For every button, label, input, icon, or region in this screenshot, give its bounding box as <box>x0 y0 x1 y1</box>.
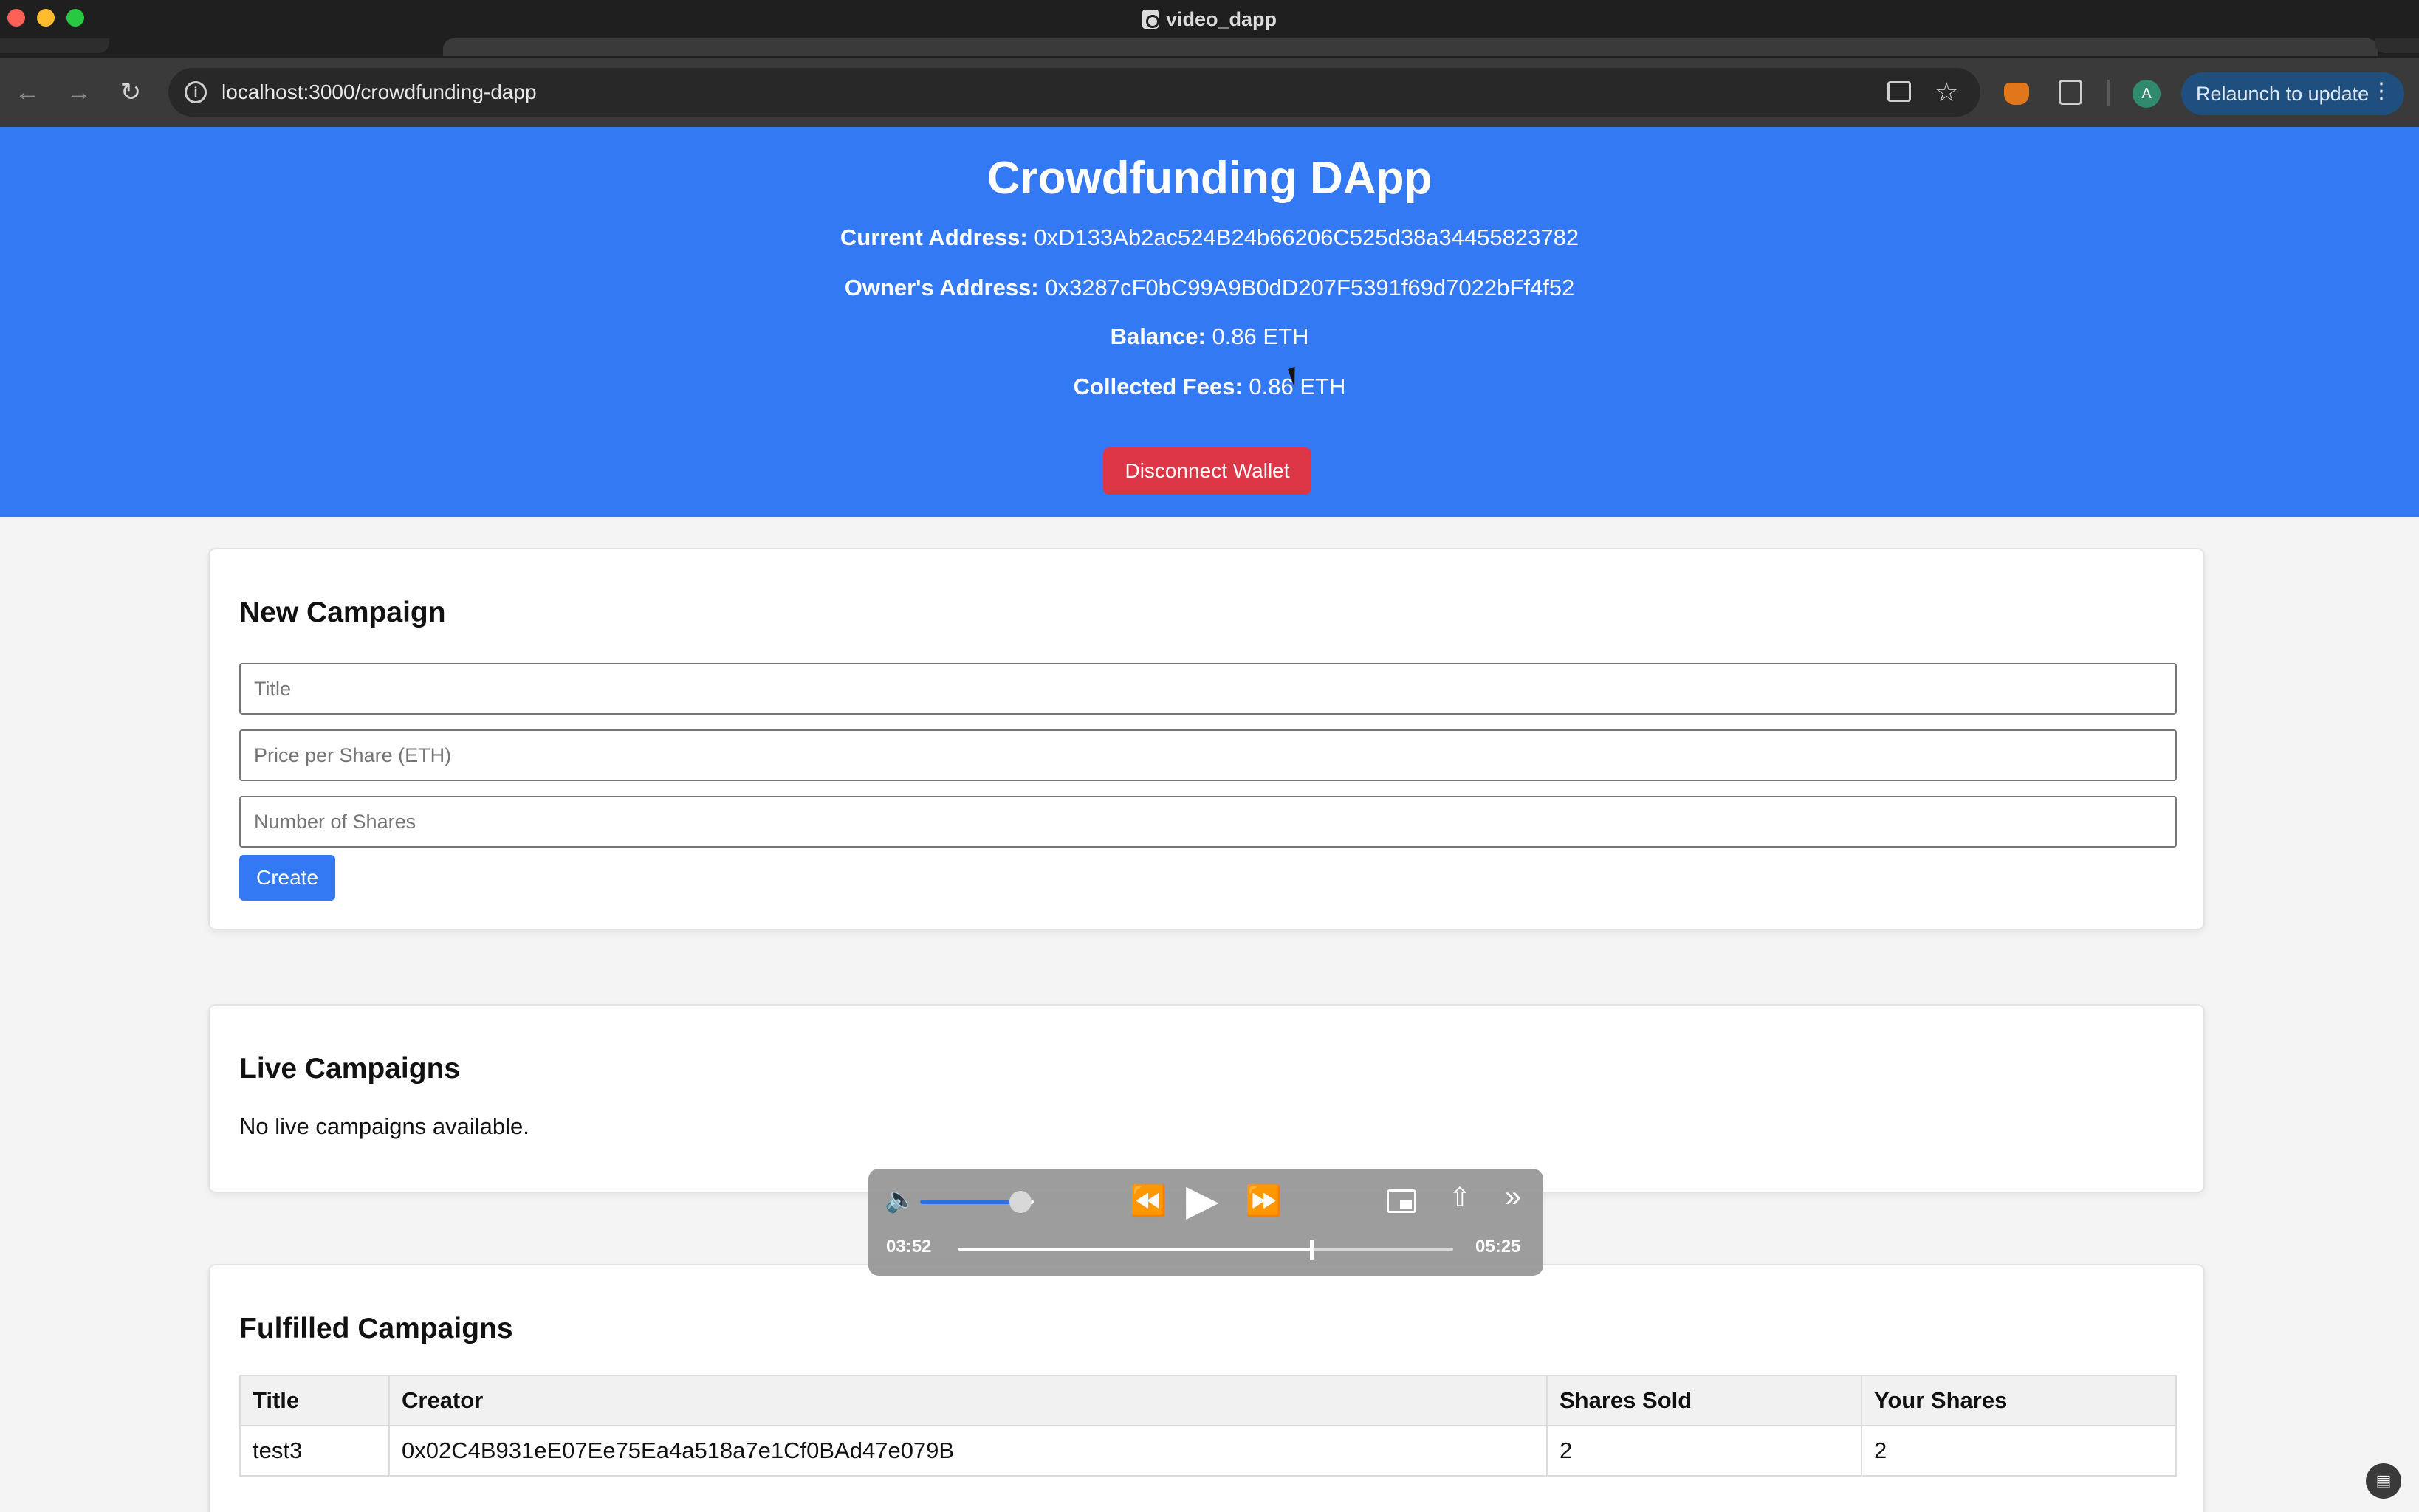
video-player-controls: 🔈 ⏪ ▶ ⏩ ⇧ » 03:52 05:25 <box>868 1169 1543 1276</box>
url-text[interactable]: localhost:3000/crowdfunding-dapp <box>222 68 537 117</box>
site-info-icon[interactable]: i <box>185 81 207 103</box>
page-title: Crowdfunding DApp <box>987 153 1432 204</box>
fast-forward-icon[interactable]: ⏩ <box>1245 1183 1282 1219</box>
metamask-extension-icon[interactable] <box>2004 83 2029 105</box>
page-content: Crowdfunding DApp Current Address: 0xD13… <box>0 127 2419 1512</box>
owner-address-label: Owner's Address: <box>844 275 1039 300</box>
fulfilled-campaigns-card: Fulfilled Campaigns Title Creator Shares… <box>208 1264 2205 1512</box>
collected-fees-label: Collected Fees: <box>1073 374 1243 399</box>
fulfilled-campaigns-table: Title Creator Shares Sold Your Shares te… <box>239 1375 2177 1477</box>
toolbar-divider <box>2107 80 2110 106</box>
seek-bar[interactable] <box>958 1248 1453 1251</box>
number-of-shares-input[interactable] <box>239 796 2177 848</box>
elapsed-time: 03:52 <box>886 1237 932 1257</box>
create-campaign-button[interactable]: Create <box>239 855 335 901</box>
install-app-icon[interactable] <box>1887 81 1911 102</box>
column-header-shares-sold: Shares Sold <box>1546 1375 1862 1426</box>
window-title-text: video_dapp <box>1165 7 1277 30</box>
fulfilled-campaigns-heading: Fulfilled Campaigns <box>239 1313 513 1344</box>
volume-icon[interactable]: 🔈 <box>885 1185 916 1214</box>
cell-shares-sold: 2 <box>1546 1425 1862 1477</box>
picture-in-picture-icon[interactable] <box>1387 1189 1416 1213</box>
owner-address-value: 0x3287cF0bC99A9B0dD207F5391f69d7022bFf4f… <box>1045 275 1575 300</box>
column-header-creator: Creator <box>388 1375 1548 1426</box>
collected-fees-line: Collected Fees: 0.86 ETH <box>0 372 2419 402</box>
relaunch-label: Relaunch to update <box>2196 82 2370 105</box>
disconnect-wallet-button[interactable]: Disconnect Wallet <box>1103 447 1311 495</box>
browser-toolbar: ← → ↻ i localhost:3000/crowdfunding-dapp… <box>0 58 2419 127</box>
volume-knob[interactable] <box>1009 1191 1032 1213</box>
column-header-your-shares: Your Shares <box>1861 1375 2177 1426</box>
live-campaigns-empty-message: No live campaigns available. <box>239 1113 529 1139</box>
campaign-title-input[interactable] <box>239 663 2177 715</box>
tab-right-edge[interactable] <box>2375 38 2419 53</box>
tab-left[interactable] <box>0 38 109 53</box>
cell-title: test3 <box>239 1425 390 1477</box>
price-per-share-input[interactable] <box>239 729 2177 781</box>
reload-icon[interactable]: ↻ <box>114 75 148 109</box>
extensions-puzzle-icon[interactable] <box>2059 80 2082 105</box>
forward-icon[interactable]: → <box>62 75 96 109</box>
current-address-value: 0xD133Ab2ac524B24b66206C525d38a344558237… <box>1034 224 1579 250</box>
profile-avatar[interactable]: A <box>2133 80 2161 108</box>
rewind-icon[interactable]: ⏪ <box>1130 1183 1167 1219</box>
new-campaign-card: New Campaign Create <box>208 548 2205 930</box>
window-titlebar: video_dapp <box>0 0 2419 38</box>
more-icon[interactable]: » <box>1505 1181 1521 1214</box>
tab-active[interactable] <box>443 38 2378 56</box>
table-row: test3 0x02C4B931eE07Ee75Ea4a518a7e1Cf0BA… <box>239 1425 2177 1477</box>
volume-fill <box>920 1200 1020 1204</box>
live-campaigns-heading: Live Campaigns <box>239 1053 461 1085</box>
live-campaigns-card: Live Campaigns No live campaigns availab… <box>208 1004 2205 1193</box>
tab-strip <box>0 38 2419 58</box>
back-icon[interactable]: ← <box>10 75 44 109</box>
play-icon[interactable]: ▶ <box>1186 1178 1219 1223</box>
bookmark-star-icon[interactable]: ☆ <box>1935 75 1958 109</box>
relaunch-button[interactable]: Relaunch to update ⋮ <box>2181 72 2404 115</box>
share-icon[interactable]: ⇧ <box>1449 1182 1471 1213</box>
owner-address-line: Owner's Address: 0x3287cF0bC99A9B0dD207F… <box>0 273 2419 303</box>
screen-recorder-icon[interactable]: ▤ <box>2366 1463 2401 1499</box>
balance-label: Balance: <box>1110 323 1206 349</box>
cell-your-shares: 2 <box>1861 1425 2177 1477</box>
window-title: video_dapp <box>0 0 2419 38</box>
new-campaign-heading: New Campaign <box>239 597 446 628</box>
current-address-line: Current Address: 0xD133Ab2ac524B24b66206… <box>0 223 2419 252</box>
balance-value: 0.86 ETH <box>1212 323 1309 349</box>
address-bar[interactable]: i localhost:3000/crowdfunding-dapp ☆ <box>168 68 1980 117</box>
seek-handle[interactable] <box>1310 1240 1314 1260</box>
header-banner: Crowdfunding DApp Current Address: 0xD13… <box>0 127 2419 517</box>
current-address-label: Current Address: <box>840 224 1028 250</box>
total-time: 05:25 <box>1475 1237 1521 1257</box>
table-header-row: Title Creator Shares Sold Your Shares <box>239 1375 2177 1426</box>
document-icon <box>1142 10 1159 29</box>
cell-creator: 0x02C4B931eE07Ee75Ea4a518a7e1Cf0BAd47e07… <box>388 1425 1548 1477</box>
seek-fill <box>958 1248 1312 1251</box>
column-header-title: Title <box>239 1375 390 1426</box>
kebab-menu-icon[interactable]: ⋮ <box>2370 78 2392 104</box>
balance-line: Balance: 0.86 ETH <box>0 322 2419 351</box>
